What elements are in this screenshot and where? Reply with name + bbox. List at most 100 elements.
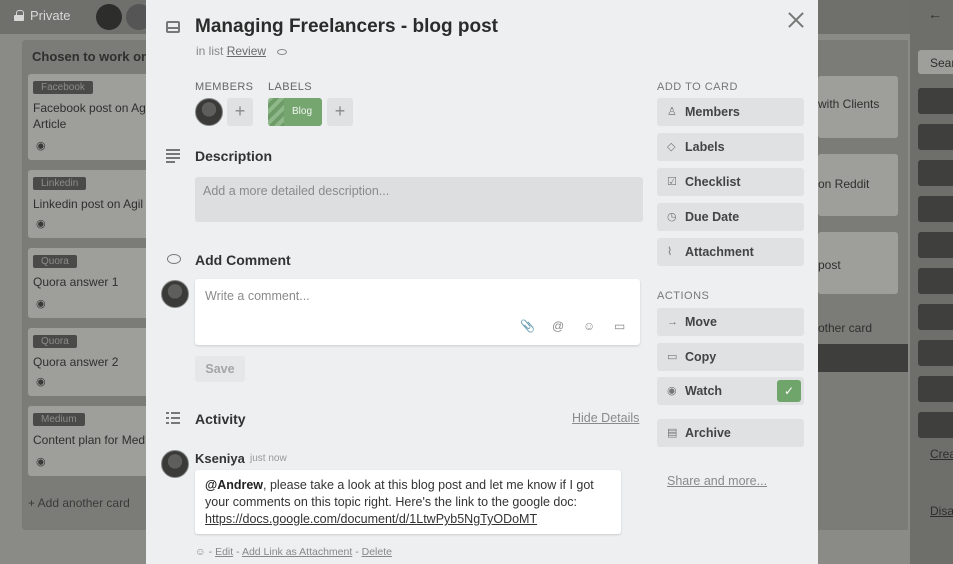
emoji-icon[interactable]: ☺ (583, 319, 595, 333)
comment-timestamp[interactable]: just now (250, 453, 287, 464)
in-list-info: in list Review (196, 44, 288, 58)
add-link-attachment-link[interactable]: Add Link as Attachment (242, 546, 352, 558)
clock-icon: ◷ (667, 211, 677, 223)
card-title: with Clients (818, 97, 880, 111)
separator: - (208, 546, 213, 558)
emoji-reaction-icon[interactable]: ☺ (195, 546, 206, 558)
description-heading: Description (195, 148, 273, 164)
list-title: Chosen to work on (32, 49, 149, 64)
comment-composer: 📎 @ ☺ ▭ (195, 279, 640, 345)
separator: - (236, 546, 240, 558)
copy-icon: ▭ (667, 351, 678, 363)
button-label: Watch (685, 384, 723, 398)
button-label: Members (685, 105, 740, 119)
eye-icon: ◉ (36, 298, 46, 310)
activity-heading: Activity (195, 411, 246, 427)
avatar[interactable] (161, 450, 189, 478)
list-name-link[interactable]: Review (227, 44, 266, 58)
paperclip-icon: ⌇ (667, 246, 673, 258)
button-label: Attachment (685, 245, 754, 259)
card-title: Linkedin post on Agil (33, 197, 144, 211)
card-title: post (818, 258, 841, 272)
share-and-more-link[interactable]: Share and more... (667, 474, 767, 488)
back-arrow-icon[interactable]: ← (928, 6, 942, 22)
eye-icon: ◉ (36, 218, 46, 230)
menu-item[interactable] (918, 412, 953, 438)
card-icon (166, 21, 180, 33)
menu-item[interactable] (918, 232, 953, 258)
description-icon (166, 149, 182, 163)
avatar[interactable] (96, 4, 122, 30)
hide-details-link[interactable]: Hide Details (572, 411, 639, 425)
copy-button[interactable]: ▭ Copy (657, 343, 804, 371)
add-to-card-heading: ADD TO CARD (657, 81, 738, 93)
add-card-text[interactable]: other card (818, 321, 872, 335)
description-field[interactable]: Add a more detailed description... (195, 177, 643, 222)
comment-icon (167, 254, 181, 264)
save-comment-button[interactable]: Save (195, 356, 245, 382)
members-button[interactable]: ♙ Members (657, 98, 804, 126)
watch-button[interactable]: ◉ Watch ✓ (657, 377, 804, 405)
separator: - (355, 546, 359, 558)
menu-item[interactable] (918, 124, 953, 150)
comment-text: your comments on this topic right. Here'… (205, 495, 578, 509)
delete-comment-link[interactable]: Delete (362, 546, 392, 558)
comment-text: , please take a look at this blog post a… (263, 478, 594, 492)
card-label: Facebook (33, 81, 93, 94)
button-label: Move (685, 315, 717, 329)
archive-button[interactable]: ▤ Archive (657, 419, 804, 447)
menu-item[interactable] (918, 88, 953, 114)
card-title: Quora answer 2 (33, 355, 119, 369)
add-member-button[interactable]: + (227, 98, 253, 126)
move-button[interactable]: → Move (657, 308, 804, 336)
card-link-icon[interactable]: ▭ (614, 319, 625, 333)
visibility-label: Private (30, 8, 71, 23)
tag-icon: ◇ (667, 141, 676, 153)
card-title[interactable]: Managing Freelancers - blog post (195, 16, 498, 38)
labels-button[interactable]: ◇ Labels (657, 133, 804, 161)
due-date-button[interactable]: ◷ Due Date (657, 203, 804, 231)
sidebar-link[interactable]: Disa (930, 504, 953, 518)
add-another-card-button[interactable]: + Add another card (28, 496, 130, 510)
list-footer (818, 344, 908, 372)
menu-item[interactable] (918, 268, 953, 294)
comment-body: @Andrew, please take a look at this blog… (195, 470, 621, 534)
card-title: on Reddit (818, 177, 870, 191)
board-menu-sidebar: ← (910, 0, 953, 564)
sidebar-search-text: Sear (930, 56, 953, 70)
add-label-button[interactable]: + (327, 98, 353, 126)
attachment-icon[interactable]: 📎 (520, 319, 535, 333)
card-title: Facebook post on Agi (33, 101, 149, 115)
comment-input[interactable] (205, 289, 625, 303)
mention-icon[interactable]: @ (552, 319, 564, 333)
card-label: Quora (33, 255, 77, 268)
menu-item[interactable] (918, 304, 953, 330)
labels-heading: LABELS (268, 81, 312, 93)
eye-icon: ◉ (36, 456, 46, 468)
card-label: Medium (33, 413, 85, 426)
label-blog[interactable]: Blog (268, 98, 322, 126)
mention[interactable]: @Andrew (205, 478, 263, 492)
checkbox-icon: ☑ (667, 176, 677, 188)
member-avatar[interactable] (195, 98, 223, 126)
close-icon[interactable] (786, 10, 806, 30)
button-label: Archive (685, 426, 731, 440)
checklist-button[interactable]: ☑ Checklist (657, 168, 804, 196)
sidebar-link[interactable]: Crea (930, 447, 953, 461)
edit-comment-link[interactable]: Edit (215, 546, 233, 558)
card-detail-modal: Managing Freelancers - blog post in list… (146, 0, 818, 564)
visibility-button[interactable]: Private (14, 8, 70, 23)
menu-item[interactable] (918, 376, 953, 402)
comment-url-link[interactable]: https://docs.google.com/document/d/1LtwP… (205, 512, 537, 526)
comment-author[interactable]: Kseniya (195, 451, 245, 466)
person-icon: ♙ (667, 106, 677, 118)
menu-item[interactable] (918, 196, 953, 222)
board-list-right: with Clients on Reddit post other card (818, 40, 908, 530)
board-list: Chosen to work on Facebook Facebook post… (22, 40, 168, 530)
menu-item[interactable] (918, 160, 953, 186)
card-title-line2: Article (33, 117, 67, 131)
menu-item[interactable] (918, 340, 953, 366)
button-label: Copy (685, 350, 717, 364)
attachment-button[interactable]: ⌇ Attachment (657, 238, 804, 266)
card-label: Linkedin (33, 177, 87, 190)
